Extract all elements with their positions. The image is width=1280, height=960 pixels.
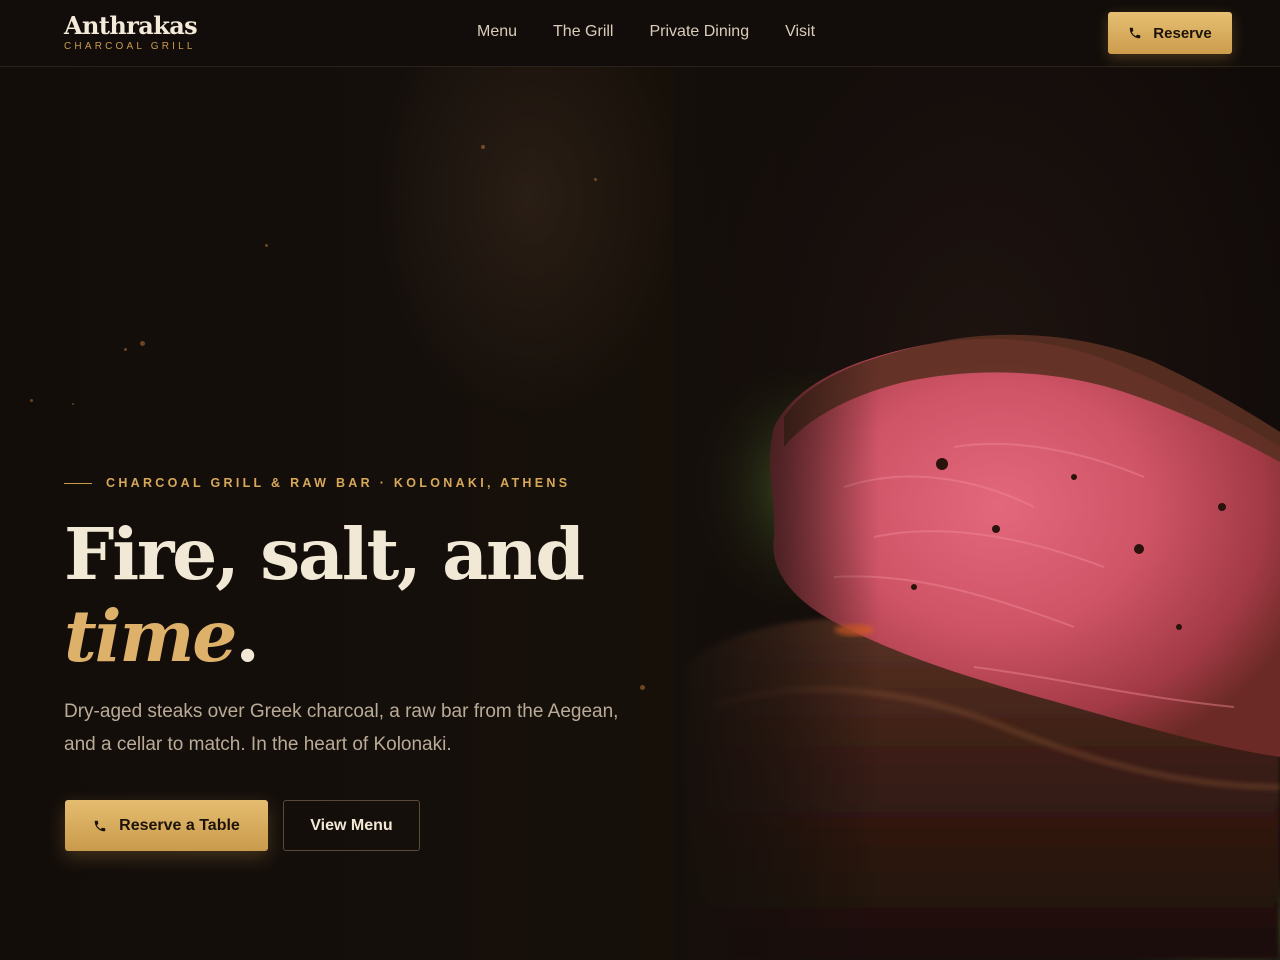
ember-particle: [640, 685, 645, 690]
headline-line-1: Fire, salt, and: [64, 512, 585, 596]
hero-eyebrow: CHARCOAL GRILL & RAW BAR · KOLONAKI, ATH…: [64, 476, 570, 490]
ember-particle: [594, 178, 597, 181]
ember-particle: [140, 341, 145, 346]
view-menu-button[interactable]: View Menu: [283, 800, 420, 851]
ember-particle: [481, 145, 485, 149]
hero-section: CHARCOAL GRILL & RAW BAR · KOLONAKI, ATH…: [0, 67, 1280, 960]
brand-logo[interactable]: Anthrakas CHARCOAL GRILL: [64, 11, 198, 53]
brand-name: Anthrakas: [64, 11, 198, 40]
eyebrow-text: CHARCOAL GRILL & RAW BAR · KOLONAKI, ATH…: [106, 476, 571, 490]
nav-link-visit[interactable]: Visit: [785, 22, 815, 42]
ember-particle: [265, 244, 268, 247]
ember-particle: [30, 399, 33, 402]
reserve-button-label: Reserve: [1153, 24, 1212, 42]
headline-period: .: [235, 594, 260, 678]
brand-subtitle: CHARCOAL GRILL: [64, 41, 196, 52]
reserve-button[interactable]: Reserve: [1108, 12, 1232, 54]
hero-headline: Fire, salt, and time.: [64, 513, 684, 677]
nav-link-private-dining[interactable]: Private Dining: [649, 22, 749, 42]
reserve-table-label: Reserve a Table: [119, 816, 240, 834]
phone-icon: [93, 819, 107, 833]
ember-particle: [124, 348, 127, 351]
hero-steak-image: [674, 67, 1280, 960]
headline-accent: time: [64, 594, 237, 678]
ember-particle: [72, 403, 74, 405]
hero-description: Dry-aged steaks over Greek charcoal, a r…: [64, 701, 619, 755]
view-menu-label: View Menu: [310, 816, 393, 834]
main-nav: Menu The Grill Private Dining Visit: [477, 22, 851, 42]
phone-icon: [1128, 26, 1142, 40]
reserve-table-button[interactable]: Reserve a Table: [65, 800, 268, 851]
nav-link-the-grill[interactable]: The Grill: [553, 22, 613, 42]
nav-link-menu[interactable]: Menu: [477, 22, 517, 42]
site-header: Anthrakas CHARCOAL GRILL Menu The Grill …: [0, 0, 1280, 67]
eyebrow-rule: [64, 482, 92, 484]
